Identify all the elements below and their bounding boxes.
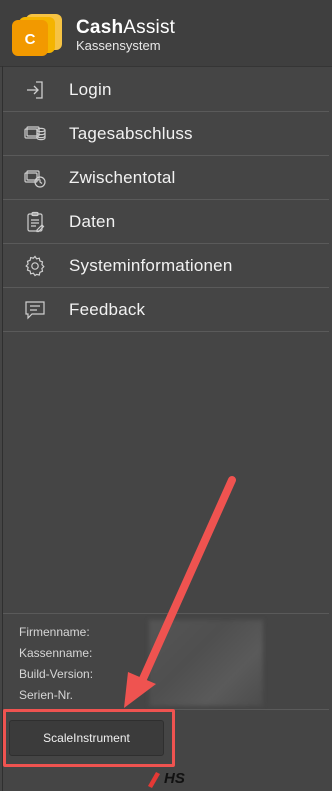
serien-nr-label: Serien-Nr.	[19, 688, 74, 702]
hs-logo-mark	[148, 772, 160, 788]
gear-icon	[25, 255, 45, 277]
app-subtitle: Kassensystem	[76, 38, 161, 53]
nav-item-tagesabschluss[interactable]: Tagesabschluss	[3, 112, 329, 156]
chat-icon	[25, 301, 45, 320]
nav-item-label: Feedback	[69, 300, 146, 319]
info-divider	[3, 613, 329, 614]
redacted-info-values	[149, 620, 263, 706]
nav-menu: Login Tagesabschluss Zwischentotal Daten…	[3, 68, 329, 332]
nav-item-label: Zwischentotal	[69, 168, 176, 187]
nav-item-label: Systeminformationen	[69, 256, 233, 275]
nav-item-feedback[interactable]: Feedback	[3, 288, 329, 332]
nav-item-label: Daten	[69, 212, 116, 231]
nav-item-zwischentotal[interactable]: Zwischentotal	[3, 156, 329, 200]
app-title-light: Assist	[123, 17, 176, 38]
nav-item-label: Tagesabschluss	[69, 124, 193, 143]
logo-letter: C	[25, 31, 36, 48]
system-info: Firmenname: Kassenname: Build-Version: S…	[19, 622, 93, 706]
nav-item-daten[interactable]: Daten	[3, 200, 329, 244]
login-icon	[27, 81, 43, 99]
clipboard-icon	[27, 211, 45, 233]
app-title-bold: Cash	[76, 17, 124, 38]
highlight-box	[3, 709, 175, 767]
coins-icon	[24, 126, 46, 141]
hs-logo: HS	[144, 768, 204, 790]
build-version-label: Build-Version:	[19, 667, 94, 681]
firmenname-label: Firmenname:	[19, 625, 90, 639]
nav-item-login[interactable]: Login	[3, 68, 329, 112]
nav-item-systeminformationen[interactable]: Systeminformationen	[3, 244, 329, 288]
kassenname-label: Kassenname:	[19, 646, 93, 660]
cashassist-logo: C	[12, 14, 62, 56]
nav-item-label: Login	[69, 80, 112, 99]
app-title: CashAssist	[76, 17, 175, 39]
app-header: C CashAssist Kassensystem	[0, 0, 332, 67]
hs-logo-text: HS	[164, 770, 185, 787]
cash-clock-icon	[24, 170, 46, 188]
